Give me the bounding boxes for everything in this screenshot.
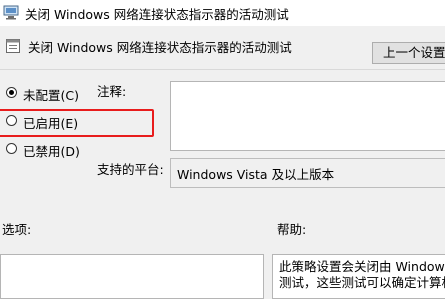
policy-editor-icon bbox=[3, 5, 19, 20]
radio-indicator bbox=[6, 87, 17, 98]
radio-label: 未配置(C) bbox=[23, 88, 79, 103]
radio-label: 已禁用(D) bbox=[23, 144, 80, 159]
policy-setting-icon bbox=[6, 39, 20, 53]
help-line: 测试，这些测试可以确定计算机 bbox=[279, 275, 445, 290]
radio-indicator bbox=[6, 143, 17, 154]
options-panel[interactable] bbox=[0, 254, 264, 299]
help-text: 此策略设置会关闭由 Windows 测试，这些测试可以确定计算机 bbox=[279, 259, 445, 291]
highlight-box bbox=[0, 109, 154, 137]
policy-title: 关闭 Windows 网络连接状态指示器的活动测试 bbox=[28, 40, 292, 55]
platform-field[interactable]: Windows Vista 及以上版本 bbox=[170, 158, 445, 188]
help-label: 帮助: bbox=[277, 222, 307, 237]
previous-setting-button[interactable]: 上一个设置 bbox=[372, 42, 445, 64]
comment-label: 注释: bbox=[97, 84, 127, 99]
window-titlebar: 关闭 Windows 网络连接状态指示器的活动测试 bbox=[0, 0, 445, 26]
options-label: 选项: bbox=[2, 222, 32, 237]
help-panel[interactable]: 此策略设置会关闭由 Windows 测试，这些测试可以确定计算机 bbox=[272, 254, 445, 299]
comment-textarea[interactable] bbox=[170, 81, 445, 151]
header-divider bbox=[0, 69, 445, 70]
platform-label: 支持的平台: bbox=[97, 162, 164, 177]
window-title: 关闭 Windows 网络连接状态指示器的活动测试 bbox=[25, 7, 289, 22]
platform-value: Windows Vista 及以上版本 bbox=[177, 167, 335, 182]
help-line: 此策略设置会关闭由 Windows bbox=[279, 259, 445, 274]
